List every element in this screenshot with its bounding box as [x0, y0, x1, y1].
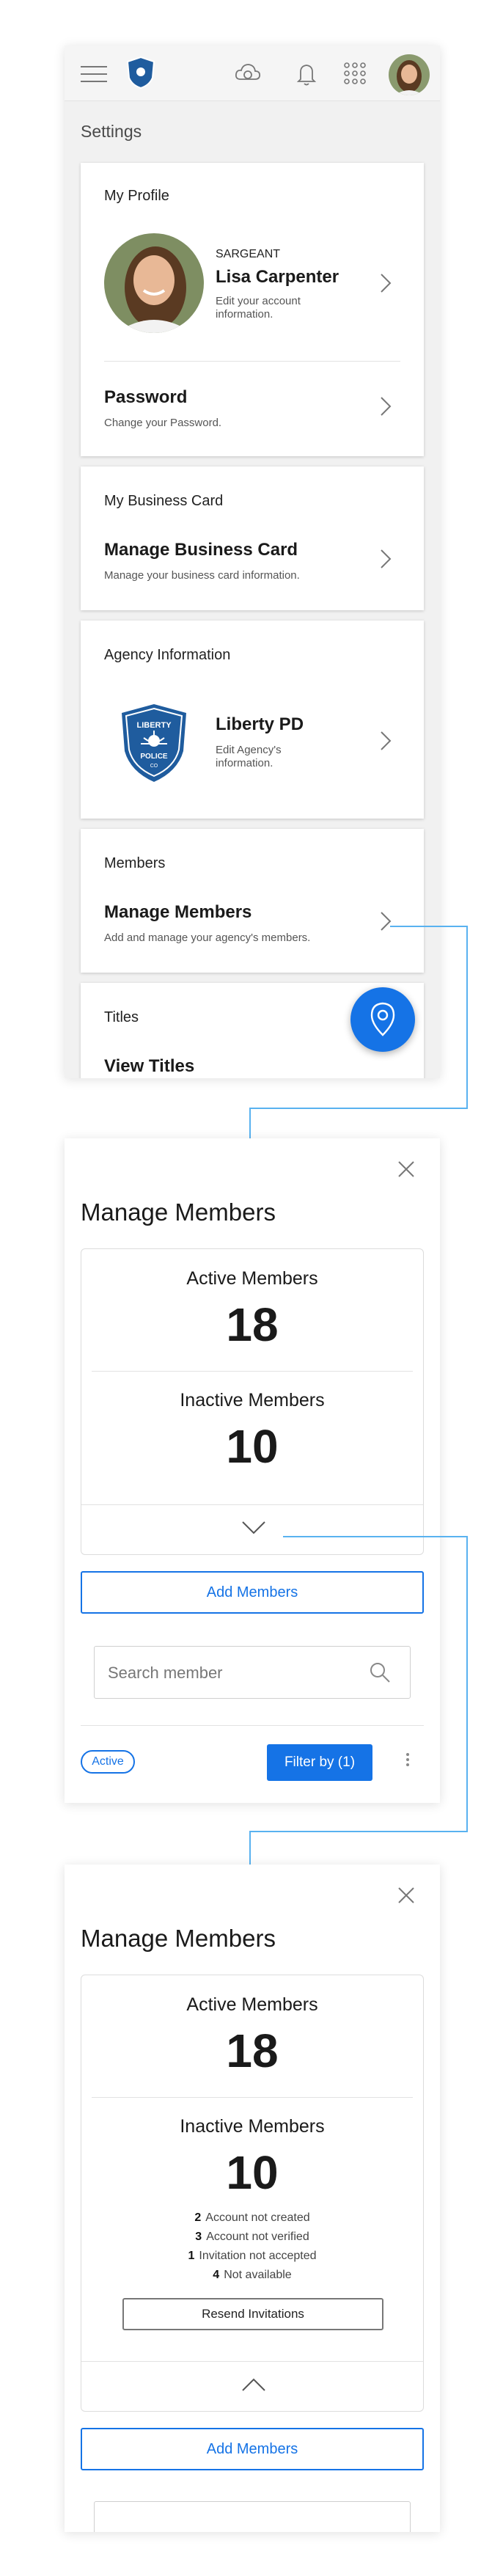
page-title: Manage Members — [81, 1925, 276, 1952]
password-label: Password — [104, 387, 188, 407]
flow-connector — [249, 1831, 468, 1832]
manage-members-desc: Add and manage your agency's members. — [104, 932, 311, 944]
settings-screen: Settings My Profile SARGEANT Lisa Carpen… — [65, 45, 440, 1078]
inactive-detail-row: 2 Account not created — [81, 2211, 423, 2225]
add-members-button[interactable]: Add Members — [81, 1571, 424, 1614]
chevron-right-icon[interactable] — [380, 273, 392, 293]
flow-connector — [390, 926, 468, 927]
agency-badge-logo[interactable] — [125, 56, 157, 89]
search-icon[interactable] — [369, 1661, 391, 1683]
section-title: Agency Information — [104, 647, 231, 663]
inactive-detail-row: 4 Not available — [81, 2269, 423, 2282]
cloud-sync-icon[interactable] — [233, 59, 262, 88]
search-field[interactable]: Search member — [94, 1646, 411, 1699]
active-members-count: 18 — [226, 1298, 279, 1351]
profile-name: Lisa Carpenter — [216, 267, 339, 287]
close-icon[interactable] — [397, 1887, 415, 1904]
flow-connector — [249, 1108, 468, 1109]
chevron-right-icon[interactable] — [380, 396, 392, 417]
add-members-button[interactable]: Add Members — [81, 2428, 424, 2470]
detail-count: 3 — [195, 2231, 202, 2243]
password-desc: Change your Password. — [104, 417, 222, 429]
view-titles-label: View Titles — [104, 1056, 195, 1076]
profile-card: My Profile SARGEANT Lisa Carpenter Edit … — [81, 163, 424, 456]
section-title: My Profile — [104, 188, 169, 204]
user-avatar[interactable] — [389, 54, 430, 95]
business-card-label: Manage Business Card — [104, 540, 298, 560]
apps-grid-icon[interactable] — [340, 59, 370, 88]
detail-count: 2 — [194, 2211, 202, 2224]
agency-name: Liberty PD — [216, 714, 304, 734]
detail-label: Account not verified — [206, 2231, 309, 2243]
filter-button[interactable]: Filter by (1) — [267, 1744, 372, 1781]
agency-logo-text-bottom: CO — [150, 764, 158, 769]
close-icon[interactable] — [397, 1160, 415, 1178]
inactive-members-label: Inactive Members — [180, 2116, 325, 2137]
location-fab-button[interactable] — [350, 987, 415, 1052]
active-filter-chip[interactable]: Active — [81, 1750, 135, 1774]
page-title: Manage Members — [81, 1199, 276, 1226]
profile-photo — [104, 233, 204, 333]
inactive-detail-row: 3 Account not verified — [81, 2231, 423, 2244]
chevron-right-icon[interactable] — [380, 911, 392, 932]
divider — [92, 2097, 413, 2098]
inactive-members-count: 10 — [226, 1420, 279, 1473]
chevron-right-icon[interactable] — [380, 731, 392, 751]
section-title: Titles — [104, 1009, 139, 1025]
inactive-members-count: 10 — [226, 2146, 279, 2199]
agency-logo-text-top: LIBERTY — [136, 721, 172, 730]
section-title: Members — [104, 855, 166, 871]
profile-rank: SARGEANT — [216, 248, 281, 260]
resend-invitations-button[interactable]: Resend Invitations — [122, 2298, 383, 2330]
members-card[interactable]: Members Manage Members Add and manage yo… — [81, 829, 424, 973]
section-title: My Business Card — [104, 493, 224, 509]
inactive-members-label: Inactive Members — [180, 1390, 325, 1410]
flow-connector — [249, 1831, 251, 1865]
divider — [81, 1725, 424, 1726]
chevron-up-icon[interactable] — [241, 2377, 266, 2392]
inactive-detail-row: 1 Invitation not accepted — [81, 2250, 423, 2263]
menu-icon[interactable] — [81, 66, 107, 82]
manage-members-screen: Manage Members Active Members 18 Inactiv… — [65, 1138, 440, 1803]
members-stats-panel: Active Members 18 Inactive Members 10 — [81, 1248, 424, 1555]
manage-members-label: Manage Members — [104, 902, 252, 922]
detail-label: Invitation not accepted — [199, 2250, 317, 2262]
divider — [81, 1504, 423, 1505]
members-stats-panel: Active Members 18 Inactive Members 10 2A… — [81, 1975, 424, 2412]
active-members-count: 18 — [226, 2024, 279, 2077]
divider — [81, 2361, 423, 2362]
active-members-label: Active Members — [186, 1268, 318, 1289]
search-field[interactable] — [94, 2501, 411, 2532]
chevron-right-icon[interactable] — [380, 549, 392, 569]
search-input[interactable]: Search member — [108, 1664, 223, 1683]
profile-desc: Edit your account information. — [216, 295, 301, 321]
manage-members-expanded-screen: Manage Members Active Members 18 Inactiv… — [65, 1865, 440, 2532]
detail-label: Not available — [224, 2269, 292, 2281]
bell-icon[interactable] — [292, 59, 321, 88]
chevron-down-icon[interactable] — [241, 1521, 266, 1535]
flow-connector — [249, 1108, 251, 1138]
flow-connector — [466, 1536, 468, 1832]
more-options-icon[interactable] — [406, 1753, 411, 1768]
business-card-desc: Manage your business card information. — [104, 569, 300, 582]
flow-connector — [466, 926, 468, 1109]
divider — [104, 361, 400, 362]
top-bar — [65, 45, 440, 101]
detail-count: 1 — [188, 2250, 195, 2262]
detail-count: 4 — [213, 2269, 220, 2281]
flow-connector — [283, 1536, 468, 1537]
page-title: Settings — [81, 122, 142, 141]
active-members-label: Active Members — [186, 1994, 318, 2015]
location-pin-icon — [370, 1002, 395, 1036]
business-card-card[interactable]: My Business Card Manage Business Card Ma… — [81, 466, 424, 610]
agency-logo-text-mid: POLICE — [140, 753, 168, 761]
agency-desc: Edit Agency's information. — [216, 744, 282, 769]
divider — [92, 1371, 413, 1372]
detail-label: Account not created — [205, 2211, 310, 2224]
agency-card[interactable]: Agency Information LIBERTY POLICE CO Lib… — [81, 621, 424, 819]
agency-logo: LIBERTY POLICE CO — [122, 704, 186, 782]
